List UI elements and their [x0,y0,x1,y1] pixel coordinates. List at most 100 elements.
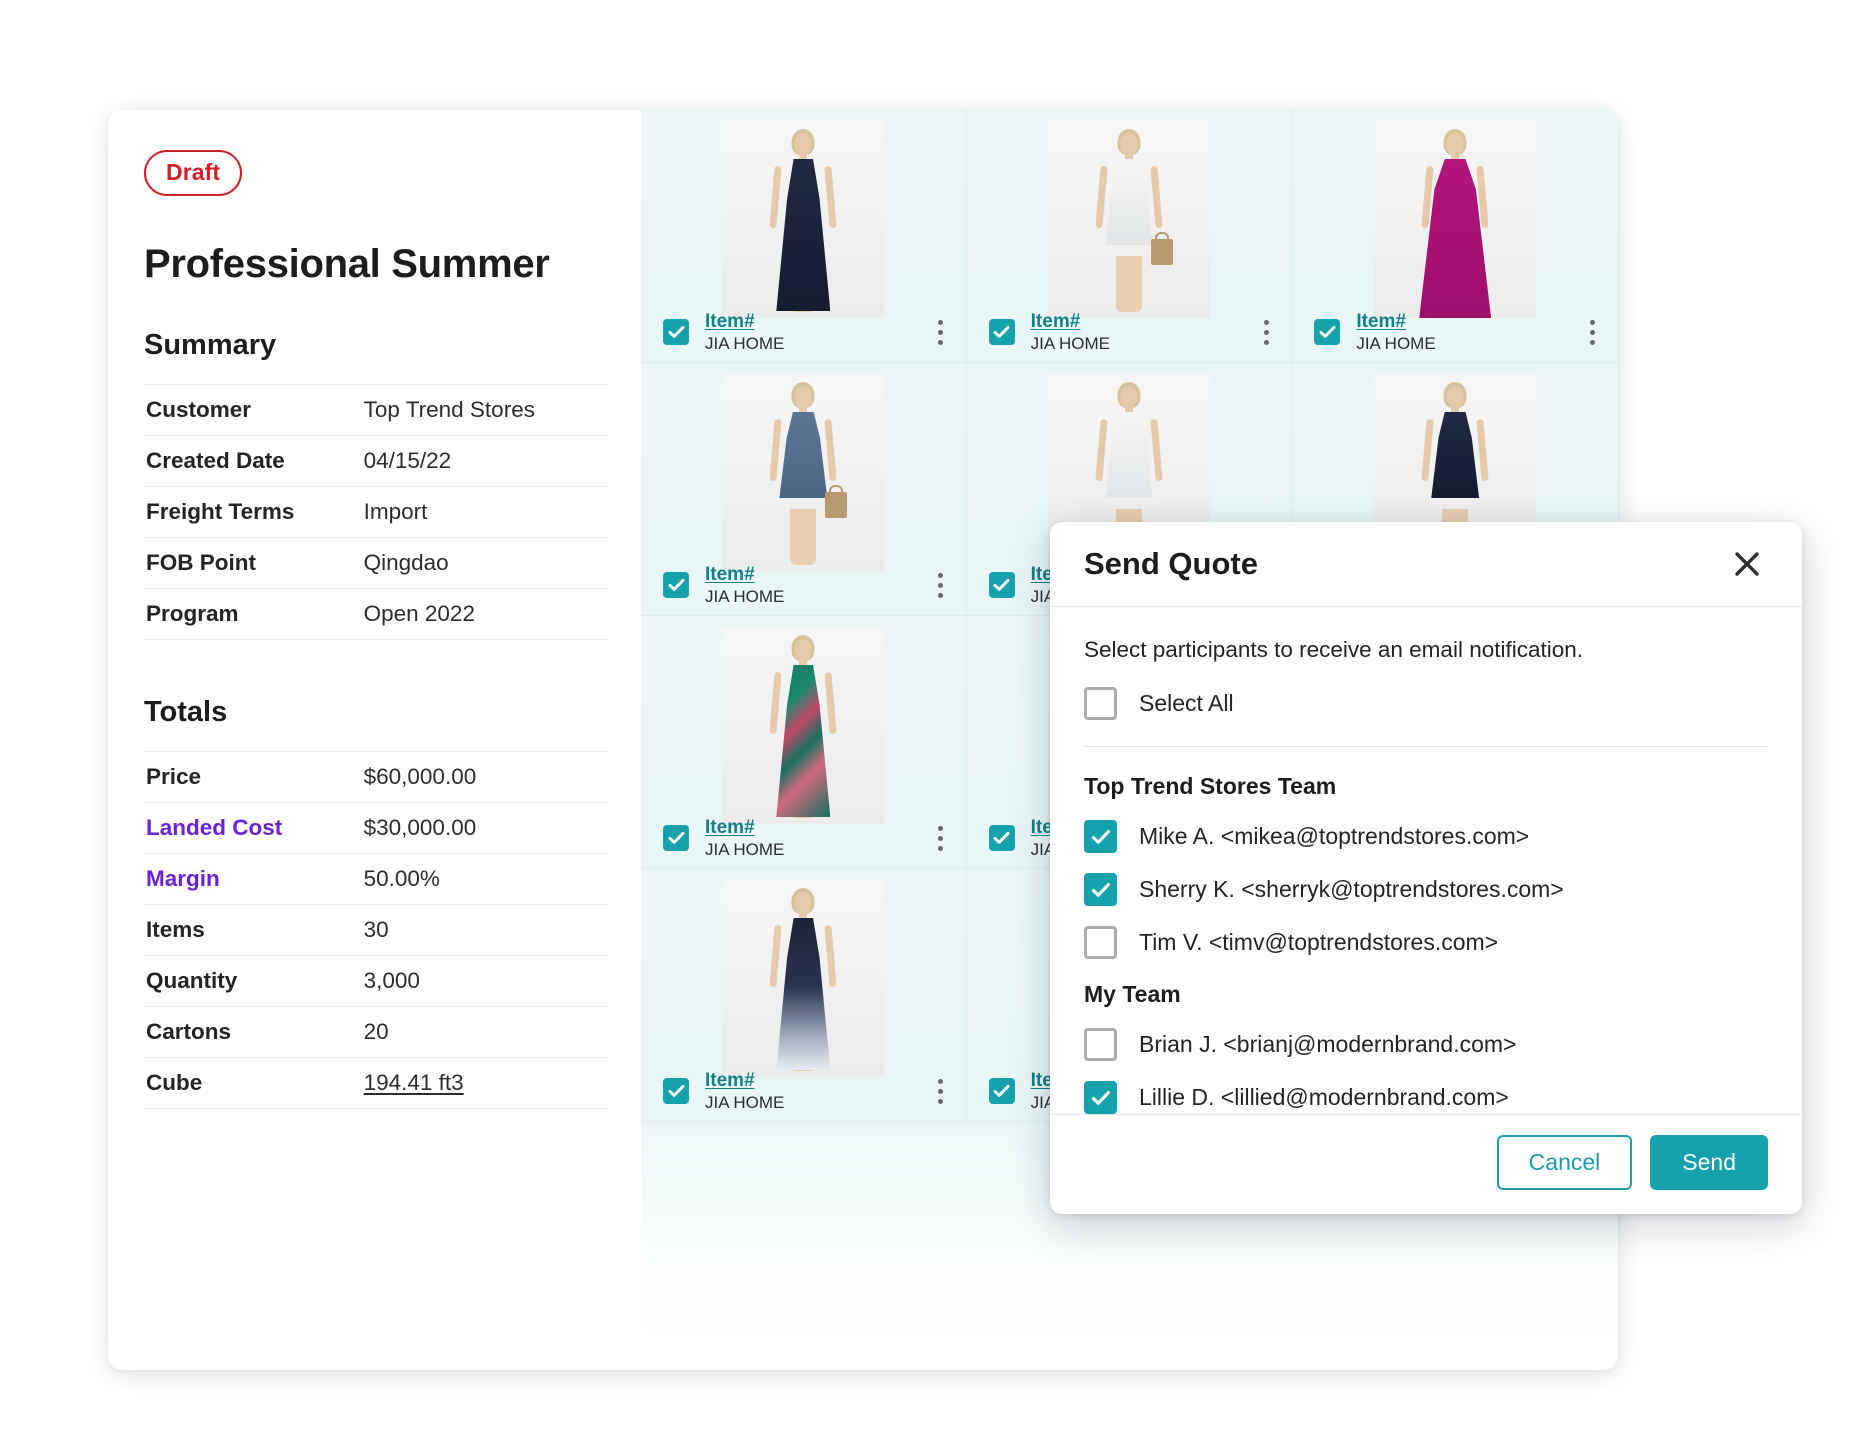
participant-label: Sherry K. <sherryk@toptrendstores.com> [1139,876,1564,903]
product-checkbox[interactable] [663,319,689,345]
table-row: CustomerTop Trend Stores [144,385,607,436]
row-value: Top Trend Stores [362,385,607,436]
participant-row[interactable]: Tim V. <timv@toptrendstores.com> [1084,926,1768,959]
product-checkbox[interactable] [663,1078,689,1104]
more-options-icon[interactable] [938,320,944,345]
dialog-title: Send Quote [1084,546,1258,582]
product-checkbox[interactable] [989,1078,1015,1104]
row-label: Margin [144,854,362,905]
select-all-row[interactable]: Select All [1084,687,1768,720]
product-checkbox[interactable] [663,825,689,851]
divider [1084,746,1768,747]
row-value: Qingdao [362,538,607,589]
row-label: Cube [144,1058,362,1109]
product-card[interactable]: Item#JIA HOME [641,363,967,616]
participant-row[interactable]: Sherry K. <sherryk@toptrendstores.com> [1084,873,1768,906]
row-value: Import [362,487,607,538]
screen: Draft Professional Summer Summary Custom… [0,0,1872,1456]
product-photo [641,877,966,1077]
item-number-link[interactable]: Item# [1356,311,1435,333]
product-card[interactable]: Item#JIA HOME [1292,110,1618,363]
brand-label: JIA HOME [705,840,784,860]
participant-row[interactable]: Mike A. <mikea@toptrendstores.com> [1084,820,1768,853]
table-row: Created Date04/15/22 [144,436,607,487]
row-label: Price [144,752,362,803]
row-value: $30,000.00 [362,803,607,854]
row-label: Cartons [144,1007,362,1058]
participant-checkbox[interactable] [1084,1081,1117,1114]
participant-label: Mike A. <mikea@toptrendstores.com> [1139,823,1529,850]
participant-row[interactable]: Lillie D. <lillied@modernbrand.com> [1084,1081,1768,1114]
participant-label: Lillie D. <lillied@modernbrand.com> [1139,1084,1509,1111]
totals-heading: Totals [144,696,607,729]
table-row: Quantity3,000 [144,956,607,1007]
product-photo [641,371,966,571]
row-label: Freight Terms [144,487,362,538]
participant-groups: Top Trend Stores TeamMike A. <mikea@topt… [1084,773,1768,1114]
dialog-header: Send Quote [1050,522,1802,607]
page-title: Professional Summer [144,242,607,287]
participant-checkbox[interactable] [1084,820,1117,853]
table-row: Cartons20 [144,1007,607,1058]
product-photo [1292,118,1618,318]
item-number-link[interactable]: Item# [705,817,784,839]
quote-summary-column: Draft Professional Summer Summary Custom… [108,110,641,1370]
dialog-footer: Cancel Send [1050,1114,1802,1214]
more-options-icon[interactable] [938,573,944,598]
row-label: Quantity [144,956,362,1007]
item-number-link[interactable]: Item# [1031,311,1110,333]
send-quote-dialog: Send Quote Select participants to receiv… [1050,522,1802,1214]
product-checkbox[interactable] [663,572,689,598]
cube-value-link[interactable]: 194.41 ft3 [364,1070,464,1095]
product-card[interactable]: Item#JIA HOME [967,110,1293,363]
brand-label: JIA HOME [705,587,784,607]
participant-label: Brian J. <brianj@modernbrand.com> [1139,1031,1516,1058]
brand-label: JIA HOME [705,1093,784,1113]
row-label: Created Date [144,436,362,487]
summary-heading: Summary [144,329,607,362]
table-row: FOB PointQingdao [144,538,607,589]
more-options-icon[interactable] [1590,320,1596,345]
brand-label: JIA HOME [1356,334,1435,354]
dialog-body: Select participants to receive an email … [1050,607,1802,1114]
more-options-icon[interactable] [938,1079,944,1104]
product-checkbox[interactable] [1314,319,1340,345]
product-card[interactable]: Item#JIA HOME [641,110,967,363]
participant-checkbox[interactable] [1084,926,1117,959]
row-label: Customer [144,385,362,436]
row-label: Items [144,905,362,956]
item-number-link[interactable]: Item# [705,564,784,586]
close-icon[interactable] [1728,545,1766,583]
send-button[interactable]: Send [1650,1135,1768,1190]
cancel-button[interactable]: Cancel [1497,1135,1633,1190]
item-number-link[interactable]: Item# [705,1070,784,1092]
participant-checkbox[interactable] [1084,873,1117,906]
product-checkbox[interactable] [989,825,1015,851]
select-all-checkbox[interactable] [1084,687,1117,720]
table-row: Margin50.00% [144,854,607,905]
row-value: 3,000 [362,956,607,1007]
participant-checkbox[interactable] [1084,1028,1117,1061]
row-label: Landed Cost [144,803,362,854]
row-value: Open 2022 [362,589,607,640]
participant-label: Tim V. <timv@toptrendstores.com> [1139,929,1498,956]
product-checkbox[interactable] [989,319,1015,345]
table-row: Price$60,000.00 [144,752,607,803]
product-photo [967,118,1292,318]
row-value: 20 [362,1007,607,1058]
more-options-icon[interactable] [938,826,944,851]
product-card[interactable]: Item#JIA HOME [641,616,967,869]
table-row: Cube194.41 ft3 [144,1058,607,1109]
more-options-icon[interactable] [1263,320,1269,345]
status-badge: Draft [144,150,242,196]
row-value: $60,000.00 [362,752,607,803]
product-checkbox[interactable] [989,572,1015,598]
row-value: 50.00% [362,854,607,905]
dialog-description: Select participants to receive an email … [1084,637,1768,663]
select-all-label: Select All [1139,690,1234,717]
participant-row[interactable]: Brian J. <brianj@modernbrand.com> [1084,1028,1768,1061]
item-number-link[interactable]: Item# [705,311,784,333]
product-card[interactable]: Item#JIA HOME [641,869,967,1122]
table-row: Landed Cost$30,000.00 [144,803,607,854]
row-value[interactable]: 194.41 ft3 [362,1058,607,1109]
